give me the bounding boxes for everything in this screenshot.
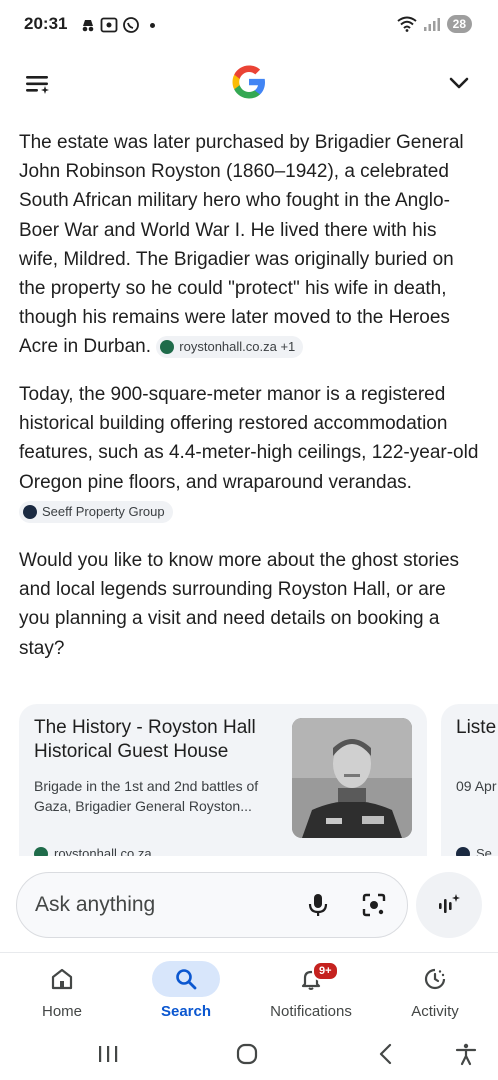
activity-icon: [424, 968, 446, 990]
source-card-snippet: 09 Apr windin: [456, 778, 498, 794]
source-chip-label: Seeff Property Group: [42, 504, 165, 519]
source-card[interactable]: Liste hous 09 Apr windin Se: [441, 704, 498, 856]
accessibility-icon[interactable]: [454, 1042, 478, 1066]
history-menu-icon[interactable]: [24, 70, 52, 98]
bottom-navigation: Home Search 9+ Notifications Activity: [0, 952, 498, 1030]
google-g-logo[interactable]: [229, 62, 269, 102]
screenshot-icon: [100, 17, 118, 33]
nav-home[interactable]: Home: [0, 953, 124, 1031]
source-card-snippet: Brigade in the 1st and 2nd battles of Ga…: [34, 778, 259, 814]
nav-home-icon-wrap: [28, 961, 96, 997]
system-navigation-bar: [0, 1030, 498, 1080]
site-favicon-icon: [456, 846, 470, 856]
home-icon: [51, 968, 73, 990]
seeff-favicon-icon: [23, 505, 37, 519]
search-icon: [176, 969, 197, 990]
signal-icon: [423, 18, 440, 31]
source-chip-label: roystonhall.co.za +1: [179, 339, 296, 355]
top-app-bar: [0, 58, 498, 108]
answer-paragraph-3-text: Would you like to know more about the gh…: [19, 550, 460, 659]
portrait-image-icon: [292, 718, 412, 838]
nav-notifications-label: Notifications: [270, 1003, 352, 1020]
answer-paragraph-2-text: Today, the 900-square-meter manor is a r…: [19, 384, 479, 493]
source-card-title: The History - Royston Hall Historical Gu…: [34, 717, 256, 762]
battery-indicator: 28: [446, 15, 472, 33]
status-time: 20:31: [24, 14, 68, 33]
ai-voice-button[interactable]: [416, 872, 482, 938]
source-chip-roystonhall[interactable]: roystonhall.co.za +1: [156, 336, 304, 359]
ask-placeholder: Ask anything: [35, 893, 156, 916]
more-notifications-dot: [150, 22, 155, 28]
sparkle-waveform-icon: [439, 894, 460, 913]
source-card-site-label: Se: [476, 846, 492, 856]
source-cards-carousel[interactable]: The History - Royston Hall Historical Gu…: [19, 704, 498, 856]
lens-icon[interactable]: [361, 892, 387, 918]
source-chip-seeff-wrap: Seeff Property Group: [19, 501, 173, 523]
notification-badge: 9+: [312, 961, 339, 981]
source-chip-seeff[interactable]: Seeff Property Group: [19, 501, 173, 523]
home-system-icon[interactable]: [235, 1042, 259, 1066]
source-card-title: Liste hous: [456, 717, 498, 738]
status-bar: 20:31 28: [0, 0, 498, 50]
incognito-icon: [82, 20, 94, 32]
site-favicon-icon: [34, 846, 48, 856]
answer-paragraph-3: Would you like to know more about the gh…: [19, 546, 479, 663]
status-notification-icons: [80, 16, 155, 34]
nav-activity[interactable]: Activity: [373, 953, 497, 1031]
answer-paragraph-2: Today, the 900-square-meter manor is a r…: [19, 380, 479, 497]
answer-paragraph-1: The estate was later purchased by Brigad…: [19, 128, 479, 362]
nav-activity-icon-wrap: [401, 961, 469, 997]
recent-apps-icon[interactable]: [97, 1042, 119, 1066]
wifi-icon: [397, 16, 417, 32]
source-card-thumbnail: [292, 718, 412, 838]
ask-bar-area: Ask anything: [0, 856, 498, 952]
nav-home-label: Home: [41, 1003, 82, 1020]
source-card-site-label: roystonhall.co.za: [54, 846, 152, 856]
source-card[interactable]: The History - Royston Hall Historical Gu…: [19, 704, 427, 856]
back-icon[interactable]: [376, 1042, 396, 1066]
whatsapp-icon: [123, 17, 139, 33]
nav-activity-label: Activity: [411, 1003, 459, 1020]
ask-input[interactable]: Ask anything: [16, 872, 408, 938]
nav-search-icon-wrap: [152, 961, 220, 997]
source-card-site: roystonhall.co.za: [34, 846, 152, 856]
nav-search-label: Search: [160, 1003, 212, 1020]
site-favicon-icon: [160, 340, 175, 355]
mic-icon[interactable]: [305, 892, 331, 918]
nav-notifications[interactable]: 9+ Notifications: [249, 953, 373, 1031]
chevron-down-icon[interactable]: [448, 72, 470, 94]
status-system-icons: 28: [397, 15, 472, 33]
source-card-site: Se: [456, 846, 492, 856]
answer-paragraph-1-text: The estate was later purchased by Brigad…: [19, 132, 464, 358]
nav-search[interactable]: Search: [124, 953, 248, 1031]
